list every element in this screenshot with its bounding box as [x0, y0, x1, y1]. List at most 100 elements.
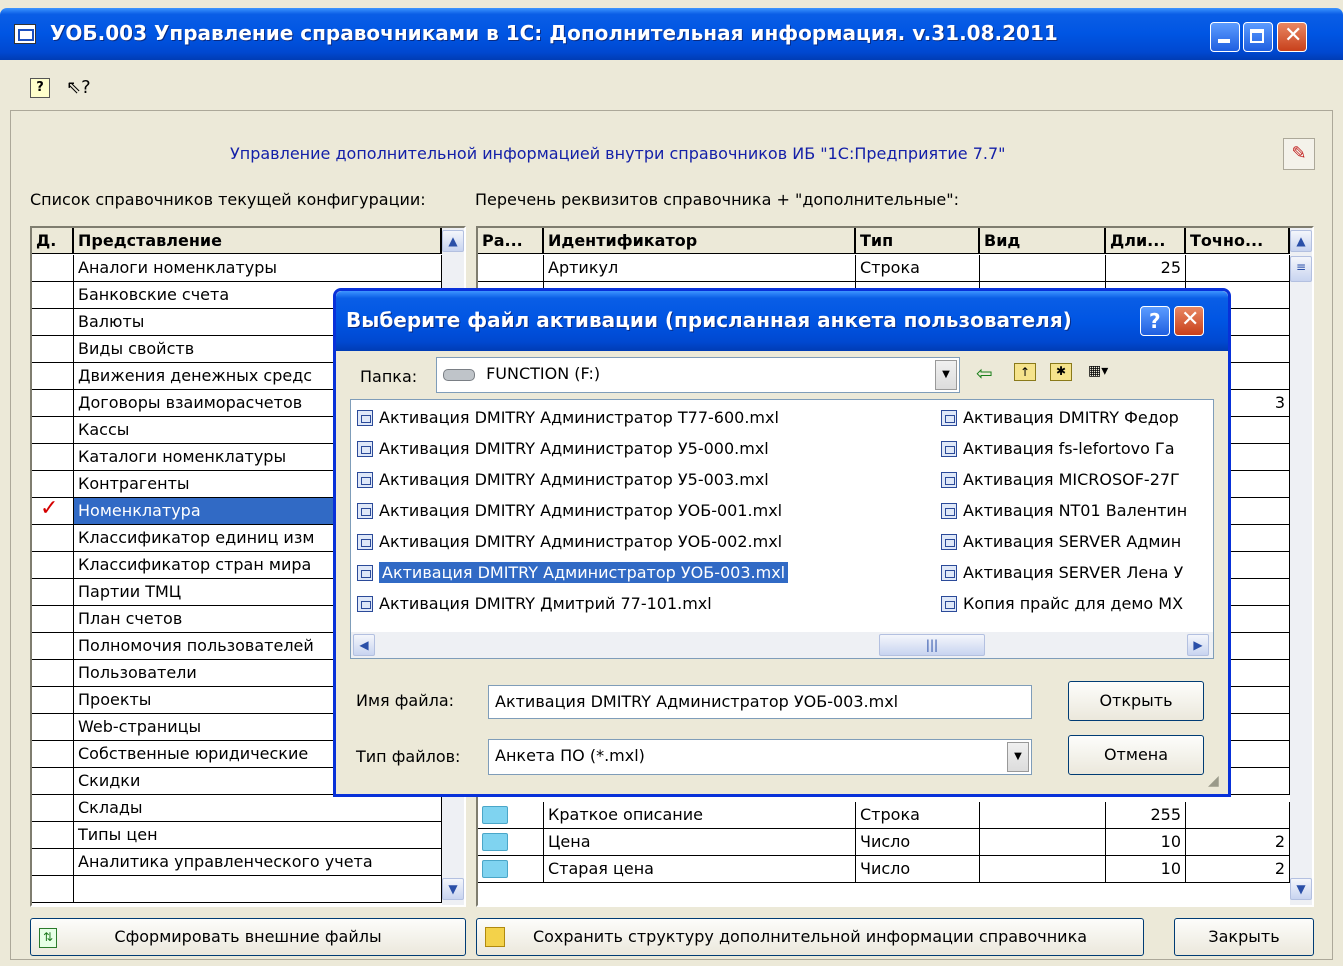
file-item[interactable]: Копия прайс для демо МХ — [941, 590, 1213, 618]
scroll-down-button[interactable]: ▼ — [442, 878, 464, 900]
table-row[interactable]: Склады — [32, 795, 442, 822]
file-item[interactable]: Активация DMITRY Администратор У5-000.mx… — [357, 435, 927, 463]
row-flag[interactable] — [32, 876, 74, 902]
scroll-up-button[interactable]: ▲ — [442, 230, 464, 252]
row-flag[interactable] — [32, 633, 74, 659]
dialog-help-button[interactable]: ? — [1140, 306, 1170, 336]
table-row[interactable]: Аналоги номенклатуры — [32, 255, 442, 282]
folder-label: Папка: — [360, 367, 418, 386]
file-list[interactable]: Активация DMITRY Администратор Т77-600.m… — [350, 399, 1214, 659]
col-header-section[interactable]: Ра... — [478, 228, 544, 254]
row-flag[interactable] — [32, 255, 74, 281]
file-item[interactable]: Активация DMITRY Администратор У5-003.mx… — [357, 466, 927, 494]
row-flag[interactable] — [32, 282, 74, 308]
file-item[interactable]: Активация DMITRY Администратор УОБ-002.m… — [357, 528, 927, 556]
up-folder-icon[interactable]: ↑ — [1014, 363, 1036, 381]
file-name: Активация DMITRY Дмитрий 77-101.mxl — [379, 594, 712, 613]
row-flag[interactable] — [32, 822, 74, 848]
resize-grip-icon[interactable]: ◢ — [1208, 773, 1219, 789]
chevron-down-icon[interactable]: ▼ — [1007, 742, 1029, 772]
table-row[interactable]: Типы цен — [32, 822, 442, 849]
file-open-dialog[interactable]: Выберите файл активации (присланная анке… — [333, 288, 1231, 797]
file-item[interactable]: Активация DMITRY Администратор УОБ-003.m… — [357, 559, 927, 587]
dialog-close-button[interactable]: ✕ — [1174, 306, 1204, 336]
file-name: Активация DMITRY Администратор УОБ-003.m… — [379, 562, 789, 583]
whats-this-icon[interactable]: ⇖? — [66, 78, 91, 98]
chevron-down-icon[interactable]: ▼ — [935, 360, 957, 390]
row-flag[interactable] — [32, 417, 74, 443]
row-presentation: Аналитика управленческого учета — [74, 849, 442, 875]
table-row[interactable]: Краткое описание Строка 255 — [478, 802, 1290, 829]
col-header-type[interactable]: Тип — [856, 228, 980, 254]
row-flag[interactable] — [32, 795, 74, 821]
file-item[interactable]: Активация DMITRY Федор — [941, 404, 1213, 432]
row-flag[interactable] — [32, 660, 74, 686]
filetype-combobox[interactable]: Анкета ПО (*.mxl) ▼ — [488, 739, 1032, 775]
file-item[interactable]: Активация MICROSOF-27Г — [941, 466, 1213, 494]
close-button[interactable]: Закрыть — [1174, 918, 1314, 956]
file-item[interactable]: Активация SERVER Лена У — [941, 559, 1213, 587]
scroll-left-button[interactable]: ◀ — [353, 634, 375, 656]
row-flag[interactable] — [32, 471, 74, 497]
scroll-right-button[interactable]: ▶ — [1187, 634, 1209, 656]
cancel-button[interactable]: Отмена — [1068, 735, 1204, 775]
maximize-icon — [1250, 29, 1264, 43]
file-item[interactable]: Активация SERVER Админ — [941, 528, 1213, 556]
maximize-button[interactable] — [1243, 22, 1273, 52]
file-item[interactable]: Активация DMITRY Администратор Т77-600.m… — [357, 404, 927, 432]
generate-external-files-button[interactable]: ⇅ Сформировать внешние файлы — [30, 918, 466, 956]
app-icon[interactable] — [14, 24, 36, 44]
edit-icon[interactable]: ✎ — [1283, 138, 1315, 170]
col-header-flag[interactable]: Д. — [32, 228, 74, 254]
help-icon[interactable]: ? — [30, 78, 50, 98]
view-menu-icon[interactable]: ▦▾ — [1088, 363, 1118, 381]
back-icon[interactable]: ⇦ — [976, 361, 993, 385]
close-window-button[interactable]: ✕ — [1277, 22, 1307, 52]
col-header-precision[interactable]: Точно... — [1186, 228, 1290, 254]
row-flag[interactable] — [32, 687, 74, 713]
dialog-title-bar[interactable]: Выберите файл активации (присланная анке… — [336, 291, 1228, 351]
row-flag[interactable] — [32, 525, 74, 551]
row-flag[interactable] — [32, 768, 74, 794]
table-row[interactable]: Аналитика управленческого учета — [32, 849, 442, 876]
col-header-length[interactable]: Дли... — [1106, 228, 1186, 254]
open-button[interactable]: Открыть — [1068, 681, 1204, 721]
row-identifier: Старая цена — [544, 856, 856, 882]
row-flag[interactable] — [32, 390, 74, 416]
row-flag[interactable] — [32, 552, 74, 578]
row-flag[interactable] — [32, 714, 74, 740]
mxl-file-icon — [357, 472, 373, 488]
file-item[interactable]: Активация NT01 Валентин — [941, 497, 1213, 525]
main-title-bar[interactable]: УОБ.003 Управление справочниками в 1С: Д… — [0, 8, 1343, 60]
row-flag[interactable] — [32, 606, 74, 632]
row-flag[interactable] — [32, 741, 74, 767]
row-flag[interactable] — [32, 309, 74, 335]
scroll-thumb[interactable]: ≡ — [1290, 256, 1312, 282]
folder-combobox[interactable]: FUNCTION (F:) ▼ — [436, 357, 960, 393]
table-row[interactable]: Цена Число 10 2 — [478, 829, 1290, 856]
file-item[interactable]: Активация DMITRY Администратор УОБ-001.m… — [357, 497, 927, 525]
row-flag[interactable] — [32, 579, 74, 605]
empty-row[interactable] — [32, 876, 442, 903]
col-header-kind[interactable]: Вид — [980, 228, 1106, 254]
row-flag[interactable] — [32, 444, 74, 470]
save-structure-button[interactable]: Сохранить структуру дополнительной инфор… — [476, 918, 1144, 956]
col-header-presentation[interactable]: Представление — [74, 228, 442, 254]
minimize-button[interactable] — [1210, 22, 1240, 52]
scroll-up-button[interactable]: ▲ — [1290, 230, 1312, 252]
row-flag[interactable] — [32, 849, 74, 875]
file-item[interactable]: Активация fs-lefortovo Га — [941, 435, 1213, 463]
scroll-down-button[interactable]: ▼ — [1290, 878, 1312, 900]
row-flag[interactable] — [32, 363, 74, 389]
file-item[interactable]: Активация DMITRY Дмитрий 77-101.mxl — [357, 590, 927, 618]
attribute-vertical-scrollbar[interactable]: ▲ ≡ ▼ — [1290, 228, 1312, 905]
file-list-horizontal-scrollbar[interactable]: ◀ ||| ▶ — [351, 632, 1213, 658]
new-folder-icon[interactable]: ✱ — [1050, 363, 1072, 381]
scroll-thumb[interactable]: ||| — [879, 634, 985, 656]
row-flag[interactable]: ✓ — [32, 498, 74, 524]
col-header-identifier[interactable]: Идентификатор — [544, 228, 856, 254]
table-row[interactable]: Старая цена Число 10 2 — [478, 856, 1290, 883]
filename-input[interactable]: Активация DMITRY Администратор УОБ-003.m… — [488, 685, 1032, 719]
row-flag[interactable] — [32, 336, 74, 362]
table-row[interactable]: Артикул Строка 25 — [478, 255, 1290, 282]
